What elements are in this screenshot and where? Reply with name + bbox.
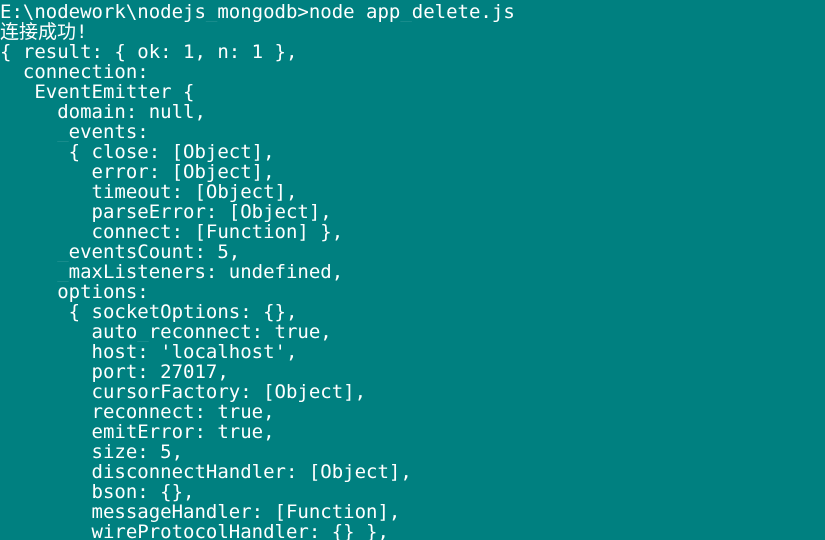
output-line: auto_reconnect: true, [0, 322, 332, 342]
command-prompt-line: E:\nodework\nodejs_mongodb>node app_dele… [0, 2, 515, 22]
output-line: cursorFactory: [Object], [0, 382, 367, 402]
output-line: timeout: [Object], [0, 182, 298, 202]
output-line: host: 'localhost', [0, 342, 298, 362]
output-line: reconnect: true, [0, 402, 275, 422]
output-line: { socketOptions: {}, [0, 302, 298, 322]
output-line: emitError: true, [0, 422, 275, 442]
output-line: EventEmitter { [0, 82, 195, 102]
output-line: _maxListeners: undefined, [0, 262, 344, 282]
output-line: connect: [Function] }, [0, 222, 344, 242]
output-line: parseError: [Object], [0, 202, 332, 222]
output-line: disconnectHandler: [Object], [0, 462, 412, 482]
output-line: messageHandler: [Function], [0, 502, 401, 522]
output-line: _events: [0, 122, 149, 142]
output-line: domain: null, [0, 102, 206, 122]
output-line: connection: [0, 62, 149, 82]
output-line: { result: { ok: 1, n: 1 }, [0, 42, 298, 62]
output-line: error: [Object], [0, 162, 275, 182]
output-line: port: 27017, [0, 362, 229, 382]
output-line: { close: [Object], [0, 142, 275, 162]
output-line: bson: {}, [0, 482, 195, 502]
output-line: size: 5, [0, 442, 184, 462]
output-line: 连接成功! [0, 22, 88, 42]
console-window[interactable]: E:\nodework\nodejs_mongodb>node app_dele… [0, 0, 825, 540]
output-line: options: [0, 282, 149, 302]
output-line: wireProtocolHandler: {} }, [0, 522, 389, 540]
output-line: _eventsCount: 5, [0, 242, 241, 262]
